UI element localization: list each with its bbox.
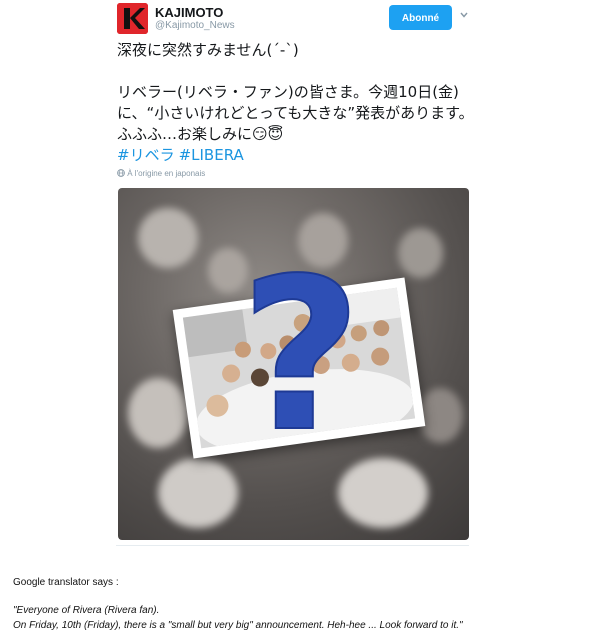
tweet-card: KAJIMOTO @Kajimoto_News Abonné 深夜に突然すみませ… (103, 0, 484, 548)
hashtag-libera-jp[interactable]: #リベラ (117, 146, 175, 164)
translation-quote-line-1: "Everyone of Rivera (Rivera fan). (13, 605, 160, 616)
translation-quote-line-2: On Friday, 10th (Friday), there is a "sm… (13, 620, 463, 631)
avatar[interactable] (117, 3, 148, 34)
globe-icon (117, 169, 125, 177)
question-mark-icon: ? (246, 258, 356, 448)
kajimoto-logo-icon (117, 3, 148, 34)
question-mark-glyph: ? (246, 258, 356, 448)
translator-heading: Google translator says : (13, 577, 119, 588)
author-name[interactable]: KAJIMOTO (155, 5, 223, 20)
author-handle[interactable]: @Kajimoto_News (155, 20, 235, 31)
tweet-text-line-1: 深夜に突然すみません(´-`) (117, 41, 299, 59)
tweet-text-line-4: ふふふ…お楽しみに😏😇 (117, 125, 284, 143)
translation-note[interactable]: À l'origine en japonais (117, 169, 205, 178)
tweet-media-image[interactable]: ? (118, 188, 469, 540)
follow-button[interactable]: Abonné (389, 5, 452, 30)
translation-note-label: À l'origine en japonais (127, 169, 206, 178)
tweet-divider (116, 545, 469, 546)
hashtag-libera[interactable]: #LIBERA (179, 146, 244, 164)
hashtag-row: #リベラ #LIBERA (117, 145, 477, 166)
chevron-down-icon[interactable] (459, 10, 469, 20)
tweet-text-line-3: に、“小さいけれどとっても大きな”発表があります。 (117, 104, 474, 122)
tweet-text-line-2: リベラー(リベラ・ファン)の皆さま。今週10日(金) (117, 83, 459, 101)
